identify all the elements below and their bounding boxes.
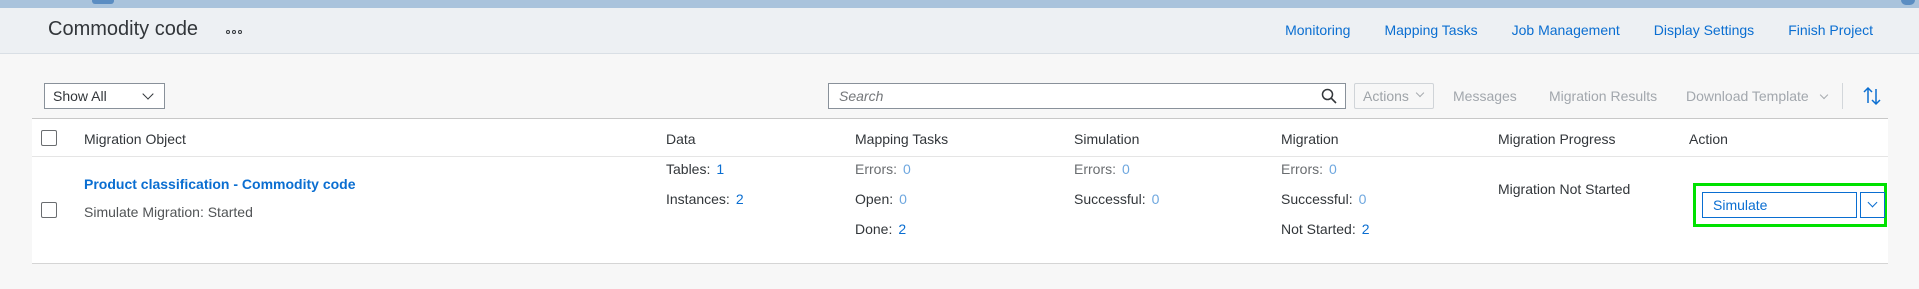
column-mapping-tasks[interactable]: Mapping Tasks — [855, 131, 948, 147]
nav-mapping-tasks[interactable]: Mapping Tasks — [1384, 22, 1477, 38]
nav-job-management[interactable]: Job Management — [1512, 22, 1620, 38]
sort-icon[interactable] — [1861, 85, 1883, 107]
header-nav: Monitoring Mapping Tasks Job Management … — [1251, 22, 1873, 38]
migration-successful-count[interactable]: 0 — [1359, 191, 1367, 207]
chevron-down-icon — [1867, 197, 1878, 208]
simulation-successful-count[interactable]: 0 — [1152, 191, 1160, 207]
migration-progress-status: Migration Not Started — [1498, 181, 1631, 197]
filter-select[interactable]: Show All — [44, 83, 165, 109]
chevron-down-icon — [1415, 88, 1425, 98]
simulate-dropdown-button[interactable] — [1860, 192, 1885, 218]
chevron-down-icon — [1819, 90, 1828, 100]
column-migration-progress[interactable]: Migration Progress — [1498, 131, 1616, 147]
table-toolbar: Show All Actions Messages Migration Resu… — [32, 71, 1888, 119]
column-data[interactable]: Data — [666, 131, 696, 147]
nav-finish-project[interactable]: Finish Project — [1788, 22, 1873, 38]
toolbar-separator — [1842, 83, 1843, 109]
messages-button[interactable]: Messages — [1453, 88, 1517, 104]
migration-object-status: Simulate Migration: Started — [84, 204, 253, 220]
page-header: Commodity code Monitoring Mapping Tasks … — [0, 8, 1919, 54]
action-highlight: Simulate — [1693, 183, 1887, 227]
select-all-checkbox[interactable] — [41, 130, 57, 146]
search-icon[interactable] — [1321, 88, 1337, 104]
column-simulation[interactable]: Simulation — [1074, 131, 1139, 147]
nav-display-settings[interactable]: Display Settings — [1654, 22, 1754, 38]
filter-select-value: Show All — [53, 88, 107, 104]
shell-avatar-indicator — [1901, 0, 1915, 5]
mapping-errors: Errors: 0 — [855, 161, 911, 177]
simulate-button[interactable]: Simulate — [1702, 192, 1857, 218]
column-migration[interactable]: Migration — [1281, 131, 1339, 147]
mapping-done: Done: 2 — [855, 221, 907, 237]
search-input[interactable] — [829, 84, 1309, 108]
simulation-errors-count[interactable]: 0 — [1122, 161, 1130, 177]
shell-bar — [0, 0, 1919, 8]
data-instances: Instances: 2 — [666, 191, 744, 207]
page-title: Commodity code — [48, 18, 199, 40]
migration-not-started: Not Started: 2 — [1281, 221, 1370, 237]
migration-errors-count[interactable]: 0 — [1329, 161, 1337, 177]
column-migration-object[interactable]: Migration Object — [84, 131, 186, 147]
mapping-errors-count[interactable]: 0 — [903, 161, 911, 177]
migration-errors: Errors: 0 — [1281, 161, 1337, 177]
column-action[interactable]: Action — [1689, 131, 1728, 147]
shell-tab-indicator — [92, 0, 114, 4]
actions-label: Actions — [1363, 88, 1409, 104]
overflow-icon[interactable] — [222, 22, 246, 42]
data-instances-count[interactable]: 2 — [736, 191, 744, 207]
migration-object-link[interactable]: Product classification - Commodity code — [84, 176, 356, 192]
migration-not-started-count[interactable]: 2 — [1362, 221, 1370, 237]
actions-menu-button[interactable]: Actions — [1354, 83, 1434, 109]
data-tables-count[interactable]: 1 — [716, 161, 724, 177]
chevron-down-icon — [142, 88, 154, 100]
table-header: Migration Object Data Mapping Tasks Simu… — [32, 119, 1888, 157]
mapping-open-count[interactable]: 0 — [899, 191, 907, 207]
mapping-open: Open: 0 — [855, 191, 907, 207]
search-field[interactable] — [828, 83, 1346, 109]
mapping-done-count[interactable]: 2 — [898, 221, 906, 237]
table-row[interactable]: Product classification - Commodity code … — [32, 157, 1888, 264]
download-template-label: Download Template — [1686, 88, 1809, 104]
migration-objects-table: Show All Actions Messages Migration Resu… — [32, 71, 1888, 264]
simulation-successful: Successful: 0 — [1074, 191, 1160, 207]
row-checkbox[interactable] — [41, 202, 57, 218]
migration-results-button[interactable]: Migration Results — [1549, 88, 1657, 104]
data-tables: Tables: 1 — [666, 161, 725, 177]
migration-successful: Successful: 0 — [1281, 191, 1367, 207]
nav-monitoring[interactable]: Monitoring — [1285, 22, 1350, 38]
simulation-errors: Errors: 0 — [1074, 161, 1130, 177]
download-template-button[interactable]: Download Template — [1686, 88, 1828, 104]
